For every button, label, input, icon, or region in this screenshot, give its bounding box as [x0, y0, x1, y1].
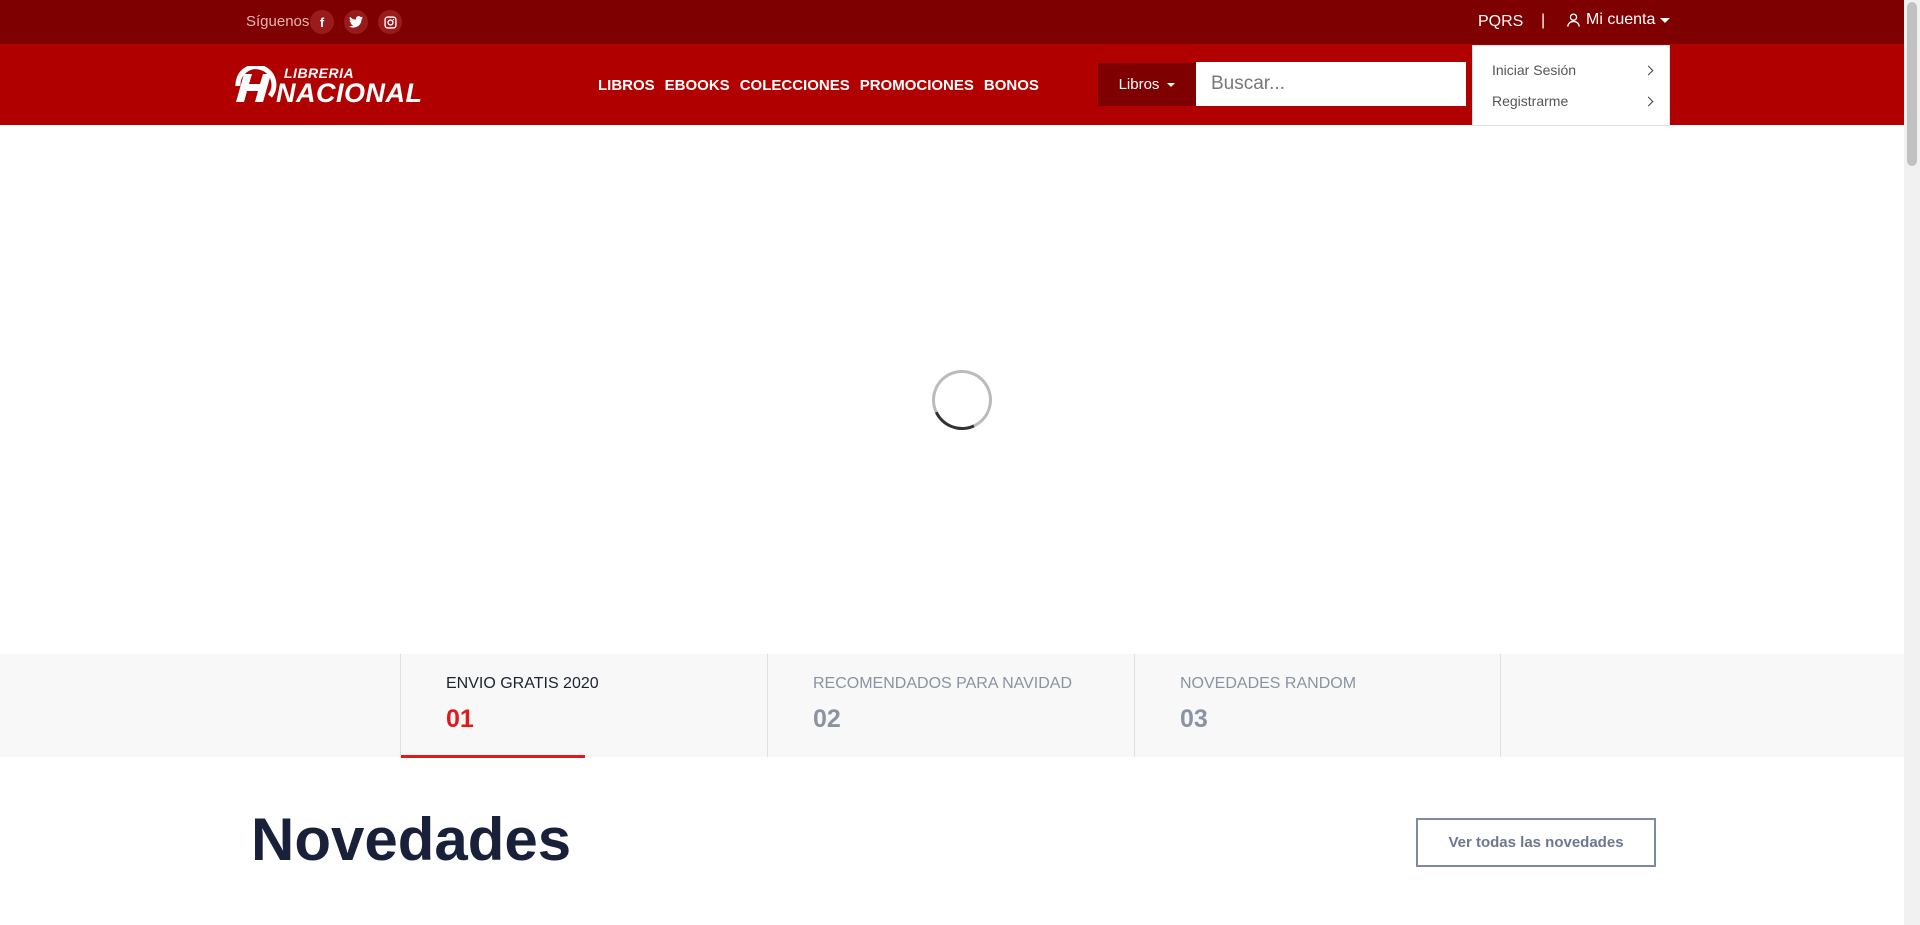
social-label: Síguenos	[246, 13, 310, 30]
twitter-icon[interactable]	[344, 10, 368, 34]
pqrs-link[interactable]: PQRS	[1478, 13, 1523, 31]
search-category-label: Libros	[1118, 76, 1160, 93]
user-icon	[1567, 13, 1580, 27]
tab-label: NOVEDADES RANDOM	[1180, 675, 1357, 692]
caret-down-icon	[1660, 17, 1671, 23]
login-label: Iniciar Sesión	[1492, 62, 1577, 78]
account-dropdown-menu: Iniciar Sesión Registrarme	[1472, 45, 1670, 126]
logo[interactable]: LIBRERIA NACIONAL	[230, 64, 435, 108]
nav-colecciones[interactable]: COLECCIONES	[740, 77, 850, 94]
nav-bonos[interactable]: BONOS	[984, 77, 1039, 94]
account-dropdown-toggle[interactable]: Mi cuenta	[1566, 11, 1671, 29]
instagram-icon[interactable]	[378, 10, 402, 34]
register-menu-item[interactable]: Registrarme	[1492, 89, 1656, 113]
tab-label: ENVIO GRATIS 2020	[446, 675, 599, 692]
tab-number: 03	[1180, 705, 1208, 733]
tab-number: 02	[813, 705, 841, 733]
slider-tab-3[interactable]: NOVEDADES RANDOM 03	[1134, 654, 1501, 757]
nav-libros[interactable]: LIBROS	[598, 77, 655, 94]
page-scrollbar[interactable]	[1904, 0, 1920, 925]
facebook-icon[interactable]: f	[310, 10, 334, 34]
register-label: Registrarme	[1492, 93, 1569, 109]
search-category-select[interactable]: Libros	[1098, 63, 1196, 106]
separator: |	[1541, 12, 1546, 29]
view-all-button[interactable]: Ver todas las novedades	[1416, 818, 1656, 867]
section-title: Novedades	[251, 806, 572, 873]
main-nav: LIBROS EBOOKS COLECCIONES PROMOCIONES BO…	[598, 77, 1039, 94]
logo-text-big: NACIONAL	[276, 77, 423, 108]
tab-number: 01	[446, 705, 474, 733]
nav-promociones[interactable]: PROMOCIONES	[860, 77, 974, 94]
login-menu-item[interactable]: Iniciar Sesión	[1492, 58, 1656, 82]
slider-tab-1[interactable]: ENVIO GRATIS 2020 01	[400, 654, 767, 758]
active-tab-indicator	[401, 755, 585, 758]
chevron-right-icon	[1643, 96, 1654, 106]
tab-label: RECOMENDADOS PARA NAVIDAD	[813, 675, 1073, 692]
loading-spinner	[923, 361, 1001, 439]
search-input[interactable]	[1196, 62, 1466, 106]
top-bar: Síguenos f PQRS | Mi cuenta	[0, 0, 1904, 44]
slider-tabs: ENVIO GRATIS 2020 01 RECOMENDADOS PARA N…	[0, 654, 1904, 758]
account-label: Mi cuenta	[1586, 11, 1656, 28]
chevron-right-icon	[1643, 65, 1654, 75]
caret-down-icon	[1167, 82, 1176, 87]
scrollbar-thumb[interactable]	[1907, 2, 1917, 166]
slider-tab-2[interactable]: RECOMENDADOS PARA NAVIDAD 02	[767, 654, 1134, 757]
nav-ebooks[interactable]: EBOOKS	[665, 77, 730, 94]
logo-mark-icon	[235, 66, 277, 102]
